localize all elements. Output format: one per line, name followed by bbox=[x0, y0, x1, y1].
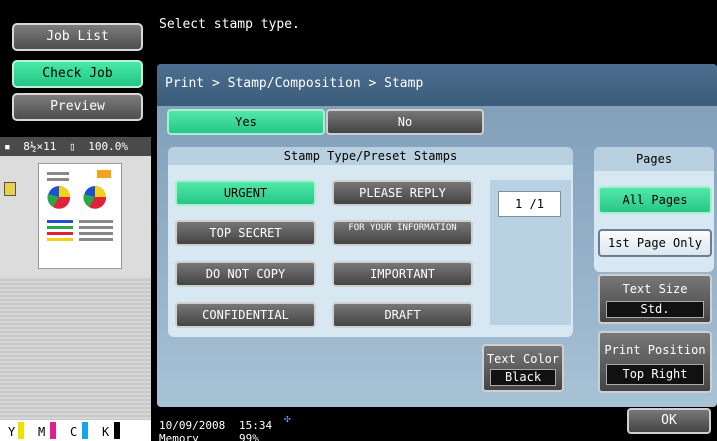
no-button[interactable]: No bbox=[326, 109, 484, 135]
pages-title: Pages bbox=[594, 147, 714, 171]
instruction-message: Select stamp type. bbox=[159, 17, 300, 32]
preview-image bbox=[47, 170, 113, 241]
text-size-button[interactable]: Text Size Std. bbox=[598, 274, 712, 324]
text-color-label: Text Color bbox=[486, 352, 560, 366]
toner-m-bar bbox=[50, 422, 56, 439]
memory-label: Memory bbox=[159, 432, 199, 441]
text-color-button[interactable]: Text Color Black bbox=[482, 344, 564, 392]
zoom-level: 100.0% bbox=[88, 140, 128, 153]
print-position-button[interactable]: Print Position Top Right bbox=[598, 331, 712, 393]
page-icon: ▪ bbox=[4, 140, 11, 153]
text-size-value: Std. bbox=[606, 301, 704, 318]
orientation-icon: ▯ bbox=[69, 140, 76, 153]
paper-size: 8½×11 bbox=[23, 140, 57, 153]
toner-m-label: M bbox=[38, 425, 46, 439]
toner-k-label: K bbox=[102, 425, 110, 439]
memory-value: 99% bbox=[239, 432, 259, 441]
stamp-confidential-button[interactable]: CONFIDENTIAL bbox=[175, 302, 316, 328]
stamp-for-your-information-button[interactable]: FOR YOUR INFORMATION bbox=[332, 220, 473, 246]
preview-panel: ▪ 8½×11 ▯ 100.0% bbox=[0, 137, 151, 432]
first-page-only-button[interactable]: 1st Page Only bbox=[598, 229, 712, 257]
stamp-important-button[interactable]: IMPORTANT bbox=[332, 261, 473, 287]
status-date: 10/09/2008 bbox=[159, 419, 226, 432]
preview-status: ▪ 8½×11 ▯ 100.0% bbox=[0, 137, 151, 156]
toner-k-bar bbox=[114, 422, 120, 439]
preview-background bbox=[0, 277, 151, 432]
stamp-top-secret-button[interactable]: TOP SECRET bbox=[175, 220, 316, 246]
toner-c-bar bbox=[82, 422, 88, 439]
breadcrumb-bar: Print > Stamp/Composition > Stamp bbox=[157, 64, 717, 106]
stamp-urgent-button[interactable]: URGENT bbox=[175, 180, 316, 206]
page-counter-area: 1 /1 bbox=[490, 180, 571, 325]
toner-y-bar bbox=[18, 422, 24, 439]
document-icon bbox=[4, 182, 16, 196]
stamp-please-reply-button[interactable]: PLEASE REPLY bbox=[332, 180, 473, 206]
network-icon: ✣ bbox=[284, 412, 291, 425]
stamp-draft-button[interactable]: DRAFT bbox=[332, 302, 473, 328]
page-counter: 1 /1 bbox=[498, 191, 561, 217]
preview-button[interactable]: Preview bbox=[12, 93, 143, 121]
yes-button[interactable]: Yes bbox=[167, 109, 325, 135]
message-bar: Select stamp type. bbox=[151, 0, 717, 62]
toner-y-label: Y bbox=[8, 425, 16, 439]
ok-button[interactable]: OK bbox=[627, 408, 711, 434]
status-time: 15:34 bbox=[239, 419, 273, 432]
print-position-label: Print Position bbox=[604, 343, 706, 357]
stamp-do-not-copy-button[interactable]: DO NOT COPY bbox=[175, 261, 316, 287]
toner-c-label: C bbox=[70, 425, 78, 439]
text-color-value: Black bbox=[490, 369, 556, 386]
preview-thumbnail bbox=[38, 163, 122, 269]
job-list-button[interactable]: Job List bbox=[12, 23, 143, 51]
print-position-value: Top Right bbox=[606, 364, 704, 385]
left-sidebar: Job List Check Job Preview ▪ 8½×11 ▯ 100… bbox=[0, 0, 151, 441]
toner-levels: Y M C K bbox=[0, 420, 151, 441]
text-size-label: Text Size bbox=[622, 282, 688, 296]
stamp-settings-panel: Print > Stamp/Composition > Stamp Yes No… bbox=[157, 64, 717, 407]
all-pages-button[interactable]: All Pages bbox=[598, 186, 712, 214]
stamp-type-title: Stamp Type/Preset Stamps bbox=[168, 147, 573, 165]
breadcrumb: Print > Stamp/Composition > Stamp bbox=[165, 76, 424, 91]
check-job-button[interactable]: Check Job bbox=[12, 60, 143, 88]
